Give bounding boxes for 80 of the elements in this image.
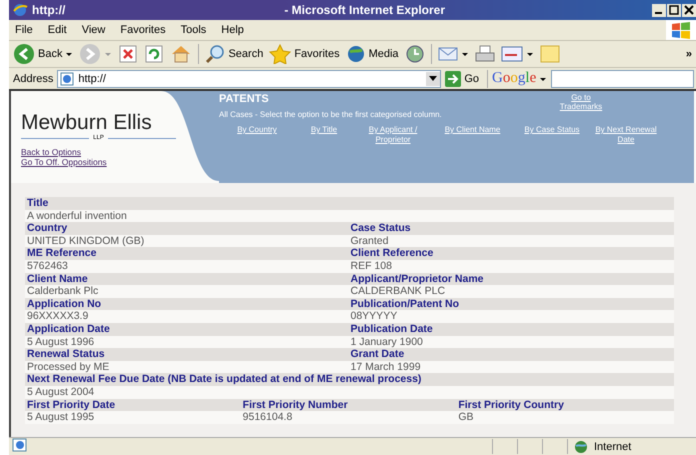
caret-icon[interactable] xyxy=(65,50,74,58)
go-arrow-icon xyxy=(445,70,462,86)
favorites-button[interactable]: Favorites xyxy=(269,44,340,64)
stop-button[interactable] xyxy=(118,44,138,64)
google-search-field[interactable] xyxy=(551,70,694,88)
field-value: Processed by ME xyxy=(27,360,110,374)
search-button[interactable]: Search xyxy=(205,44,264,64)
caret-icon[interactable] xyxy=(526,50,534,58)
address-field[interactable]: http:// xyxy=(57,70,442,88)
menu-item[interactable]: Tools xyxy=(180,24,206,36)
search-icon xyxy=(205,44,226,64)
address-label: Address xyxy=(13,72,54,84)
brand-logo: Mewburn Ellis xyxy=(21,111,153,134)
field-label: Applicant/Proprietor Name xyxy=(350,272,485,286)
refresh-button[interactable] xyxy=(144,44,164,64)
field-value: 5 August 2004 xyxy=(27,386,96,398)
field-value: REF 108 xyxy=(350,260,393,273)
page-icon xyxy=(60,72,74,86)
field-value: 96XXXXX3.9 xyxy=(27,310,90,323)
menu-item[interactable]: File xyxy=(15,24,33,36)
media-button[interactable]: Media xyxy=(346,44,399,64)
field-value: Calderbank Plc xyxy=(27,285,100,298)
field-label: First Priority Date xyxy=(27,398,116,412)
field-value: 08YYYYY xyxy=(350,310,398,323)
menu-item[interactable]: Favorites xyxy=(120,24,166,36)
field-value: UNITED KINGDOM (GB) xyxy=(27,234,146,248)
field-label: Application No xyxy=(27,298,102,310)
instruction-text: All Cases - Select the option to be the first categorised column. xyxy=(219,110,442,119)
browser-icon xyxy=(12,2,28,18)
close-icon[interactable] xyxy=(682,4,696,16)
globe-icon xyxy=(574,440,588,454)
menu-item[interactable]: Help xyxy=(221,24,244,36)
field-value: Granted xyxy=(350,234,390,248)
field-label: Renewal Status xyxy=(27,348,106,361)
field-value: CALDERBANK PLC xyxy=(350,285,446,298)
field-label: Client Reference xyxy=(350,247,434,260)
field-value: 1 January 1900 xyxy=(350,336,424,348)
nav-link[interactable]: Go To Off. Oppositions xyxy=(21,157,161,167)
maximize-icon[interactable] xyxy=(667,4,681,16)
windows-logo-icon xyxy=(666,20,696,40)
field-label: Grant Date xyxy=(350,348,406,361)
field-label: Case Status xyxy=(350,222,412,235)
star-icon xyxy=(269,44,292,64)
edit-button[interactable] xyxy=(500,45,534,63)
field-label: Title xyxy=(27,197,50,210)
dropdown-arrow-icon[interactable] xyxy=(429,76,438,82)
field-value: A wonderful invention xyxy=(27,210,128,222)
field-label: Publication/Patent No xyxy=(350,298,460,310)
home-button[interactable] xyxy=(170,44,192,64)
google-toolbar-button[interactable]: Google xyxy=(492,70,548,87)
field-value: 5762463 xyxy=(27,260,69,273)
field-label: First Priority Number xyxy=(242,398,349,412)
field-value: GB xyxy=(458,411,474,424)
go-button[interactable]: Go xyxy=(445,70,480,86)
menu-item[interactable]: Edit xyxy=(48,24,67,36)
back-button[interactable]: Back xyxy=(13,43,74,65)
mail-button[interactable] xyxy=(438,46,469,62)
field-value: 5 August 1995 xyxy=(27,411,96,424)
field-value: 9516104.8 xyxy=(242,411,294,424)
field-label: Application Date xyxy=(27,322,111,336)
minimize-icon[interactable] xyxy=(652,4,666,16)
field-label: Client Name xyxy=(27,272,89,286)
field-label: Publication Date xyxy=(350,322,434,336)
field-label: ME Reference xyxy=(27,247,98,260)
field-value: 17 March 1999 xyxy=(350,360,422,374)
field-label: First Priority Country xyxy=(458,398,565,412)
menu-item[interactable]: View xyxy=(82,24,106,36)
field-value: 5 August 1996 xyxy=(27,336,96,348)
field-label: Country xyxy=(27,222,68,235)
toolbar-overflow-button[interactable]: » xyxy=(686,48,692,60)
section-heading: PATENTS xyxy=(219,93,270,105)
field-label: Next Renewal Fee Due Date (NB Date is updated at end of ME renewal process) xyxy=(27,373,422,386)
window-title: - Microsoft Internet Explorer xyxy=(284,3,446,17)
security-zone: Internet xyxy=(594,440,632,452)
globe-icon xyxy=(346,44,366,64)
caret-icon[interactable] xyxy=(460,50,469,58)
nav-link[interactable]: Back to Options xyxy=(21,147,161,157)
window-title: http:// xyxy=(32,3,66,17)
print-button[interactable] xyxy=(474,45,495,63)
history-button[interactable] xyxy=(404,44,425,64)
